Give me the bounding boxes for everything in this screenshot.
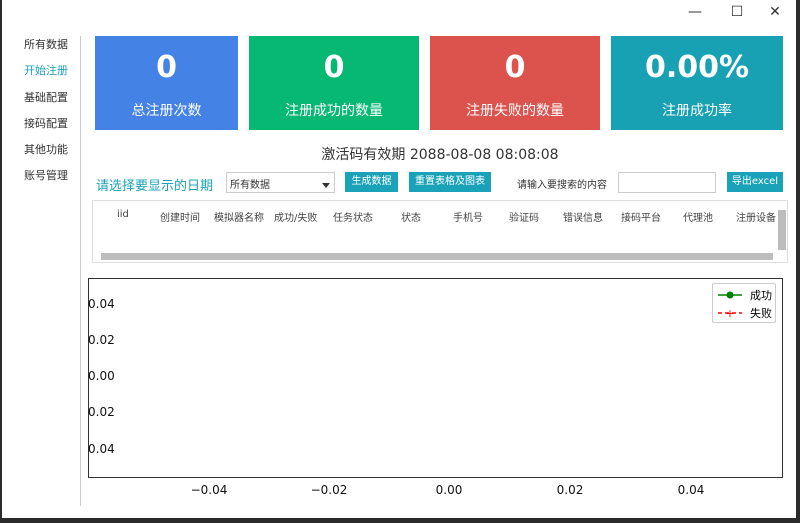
column-header[interactable]: 接码平台 (621, 209, 661, 224)
vertical-scrollbar[interactable] (778, 210, 786, 250)
column-header[interactable]: 模拟器名称 (214, 209, 264, 224)
sidebar-item-start-register[interactable]: 开始注册 (24, 62, 68, 88)
stat-label: 注册失败的数量 (466, 103, 564, 119)
date-select[interactable]: 所有数据 (226, 172, 335, 193)
legend-success-label: 成功 (750, 289, 772, 302)
stat-value: 0 (504, 50, 526, 85)
sidebar-item-basic-config[interactable]: 基础配置 (24, 89, 68, 115)
x-tick-label: −0.02 (310, 483, 348, 497)
date-label: 请选择要显示的日期 (96, 179, 214, 194)
sidebar-divider (80, 36, 81, 506)
minimize-button[interactable]: — (680, 4, 710, 20)
maximize-button[interactable]: ☐ (722, 4, 752, 20)
column-header[interactable]: 状态 (401, 209, 421, 224)
chart-plot-area (88, 278, 783, 478)
legend-fail-label: 失败 (750, 307, 772, 320)
date-select-value: 所有数据 (230, 180, 270, 191)
x-tick-label: 0.04 (677, 483, 705, 497)
column-header[interactable]: 验证码 (509, 209, 539, 224)
stat-card-fail: 0 注册失败的数量 (430, 36, 600, 130)
expire-text: 激活码有效期 2088-08-08 08:08:08 (321, 147, 559, 163)
y-tick-label: 0.04 (88, 442, 115, 456)
legend-fail-marker: + (725, 307, 734, 320)
stat-card-total: 0 总注册次数 (95, 36, 238, 130)
stat-value: 0.00% (644, 50, 750, 85)
column-header[interactable]: 错误信息 (563, 209, 603, 224)
legend-markers: + (718, 291, 742, 320)
x-tick-label: 0.00 (435, 483, 463, 497)
chart-legend: + 成功 失败 (712, 283, 776, 323)
stat-value: 0 (156, 50, 177, 85)
search-label: 请输入要搜索的内容 (517, 180, 607, 191)
stat-card-rate: 0.00% 注册成功率 (611, 36, 783, 130)
x-tick-label: −0.04 (190, 483, 228, 497)
sidebar-item-accounts[interactable]: 账号管理 (24, 167, 68, 193)
chart-svg (89, 279, 782, 477)
data-table: iid 创建时间 模拟器名称 成功/失败 任务状态 状态 手机号 验证码 错误信息 接码平台 代理池… (92, 200, 788, 263)
reset-button[interactable]: 重置表格及图表 (409, 172, 491, 192)
chevron-down-icon (322, 183, 330, 192)
y-tick-label: 0.02 (88, 405, 115, 419)
sidebar-item-sms-config[interactable]: 接码配置 (24, 115, 68, 141)
column-header[interactable]: 代理池 (683, 209, 713, 224)
sidebar: 所有数据 开始注册 基础配置 接码配置 其他功能 账号管理 (24, 36, 68, 194)
generate-button[interactable]: 生成数据 (345, 172, 398, 192)
stat-value: 0 (323, 50, 345, 85)
stat-label: 注册成功的数量 (285, 103, 383, 119)
column-header[interactable]: 任务状态 (333, 209, 373, 224)
column-header[interactable]: 注册设备 (736, 209, 776, 224)
sidebar-item-all-data[interactable]: 所有数据 (24, 36, 68, 62)
column-header[interactable]: iid (117, 209, 129, 220)
stat-card-success: 0 注册成功的数量 (249, 36, 419, 130)
column-header[interactable]: 成功/失败 (274, 209, 317, 224)
column-header[interactable]: 手机号 (453, 209, 483, 224)
y-tick-label: 0.02 (88, 333, 115, 347)
stat-label: 总注册次数 (131, 103, 202, 119)
y-tick-label: 0.04 (88, 297, 115, 311)
search-input[interactable] (618, 172, 716, 193)
x-tick-label: 0.02 (556, 483, 584, 497)
export-excel-button[interactable]: 导出excel (727, 172, 783, 192)
column-header[interactable]: 创建时间 (160, 209, 200, 224)
y-tick-label: 0.00 (88, 369, 115, 383)
stat-label: 注册成功率 (662, 103, 732, 119)
legend-success-marker (726, 291, 734, 299)
horizontal-scrollbar[interactable] (101, 253, 773, 260)
close-button[interactable]: ✕ (760, 4, 790, 20)
